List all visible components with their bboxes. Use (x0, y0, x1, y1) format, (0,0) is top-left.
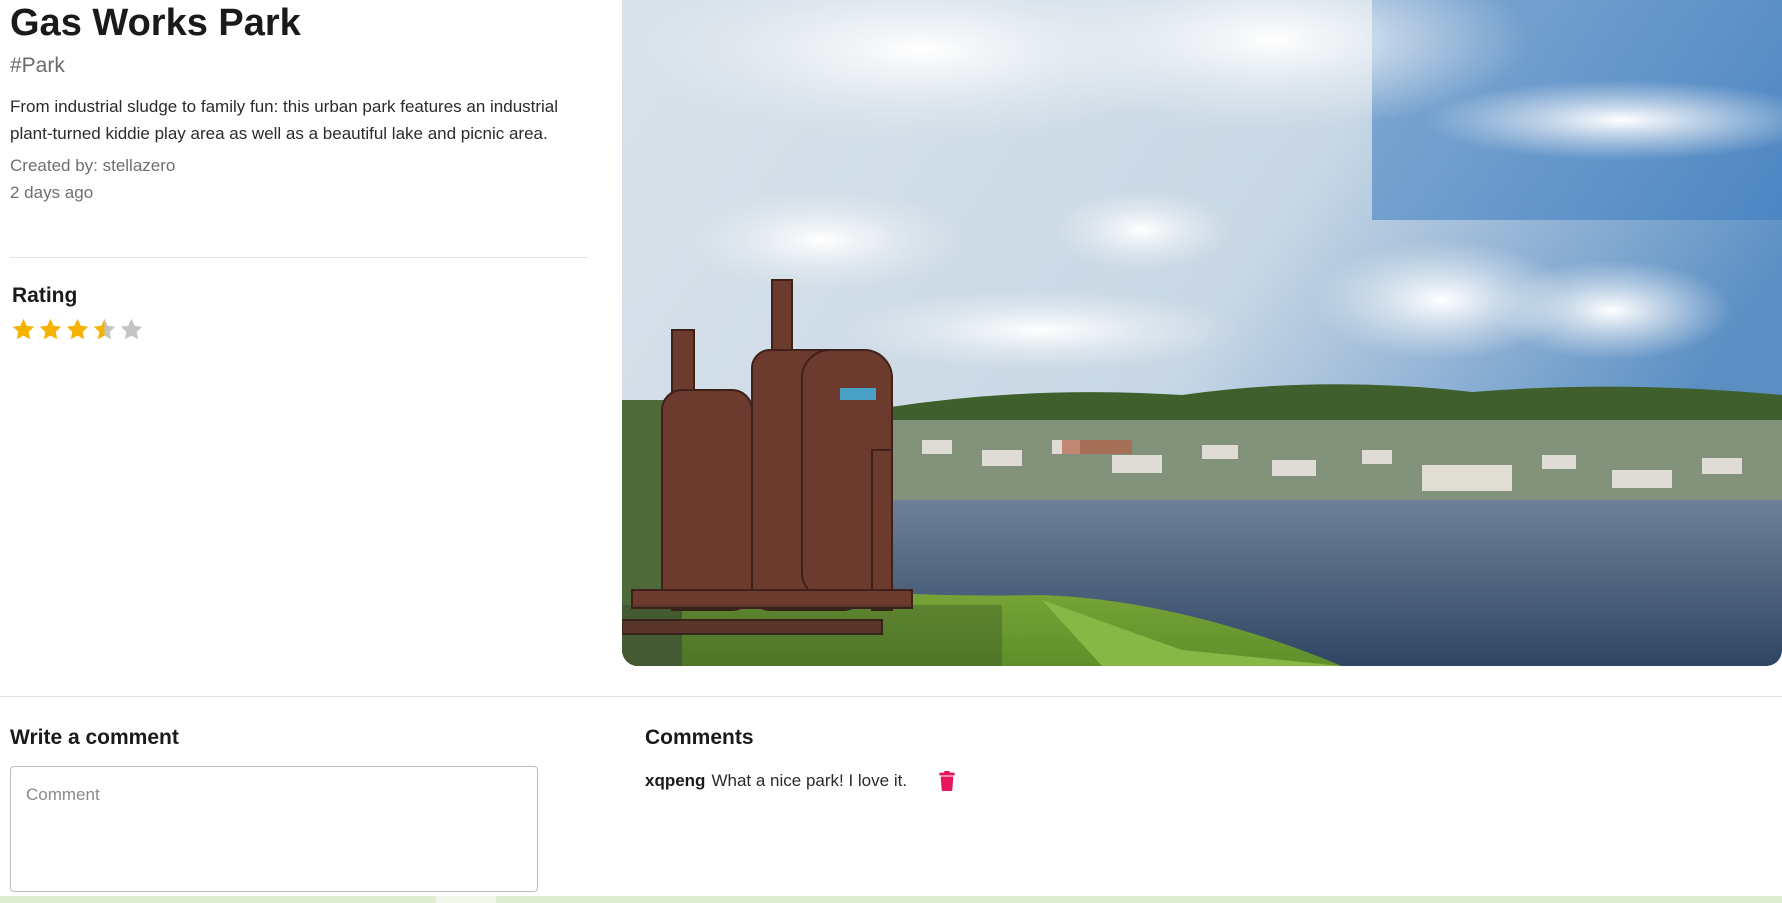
place-detail: Gas Works Park #Park From industrial slu… (0, 0, 1782, 680)
star-icon (66, 318, 89, 340)
trash-icon[interactable] (938, 771, 956, 791)
footer-accent-bar (0, 896, 1782, 903)
comments-heading: Comments (645, 726, 754, 749)
place-description: From industrial sludge to family fun: th… (10, 97, 559, 143)
comment-text: What a nice park! I love it. (711, 771, 908, 790)
write-comment-heading: Write a comment (10, 726, 179, 749)
rating-stars (11, 317, 144, 342)
page-title: Gas Works Park (10, 2, 301, 44)
comments-section: Comments xqpeng What a nice park! I love… (645, 722, 1445, 794)
star-icon (39, 318, 62, 340)
created-time: 2 days ago (10, 183, 94, 202)
category-tag: #Park (10, 54, 65, 77)
comment-author: xqpeng (645, 771, 706, 790)
created-by: Created by: stellazero (10, 156, 176, 175)
park-photo (622, 0, 1782, 666)
write-comment-section: Write a comment (10, 722, 550, 897)
footer-accent-segment (436, 896, 496, 903)
rating-label: Rating (12, 284, 78, 307)
place-info: Gas Works Park #Park From industrial slu… (10, 0, 590, 206)
empty-star-icon (120, 318, 143, 340)
comment-item: xqpeng What a nice park! I love it. (645, 768, 1445, 794)
half-star-icon (93, 318, 116, 340)
comment-input[interactable] (10, 766, 538, 892)
section-divider (0, 696, 1782, 697)
star-icon (12, 318, 35, 340)
divider (10, 257, 588, 258)
